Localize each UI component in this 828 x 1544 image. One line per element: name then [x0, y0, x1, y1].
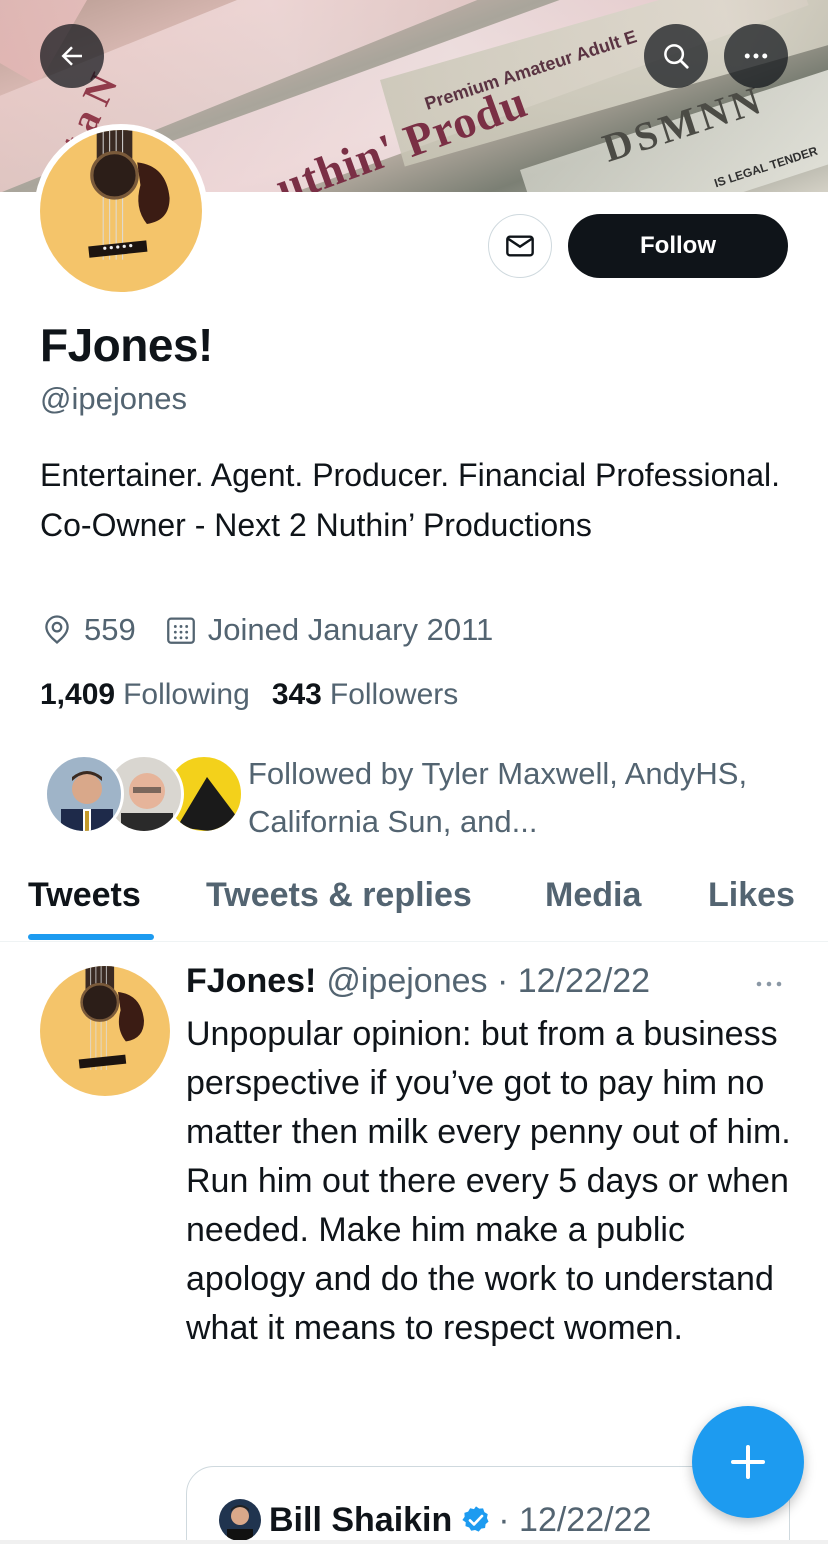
tweet-more-button[interactable]	[752, 972, 786, 1001]
active-tab-indicator	[28, 934, 154, 940]
quoted-tweet-header: Bill Shaikin · 12/22/22	[219, 1499, 651, 1541]
arrow-left-icon	[61, 46, 82, 66]
tweet-author-avatar[interactable]	[40, 966, 170, 1096]
quoted-author-name: Bill Shaikin	[269, 1500, 453, 1539]
compose-tweet-button[interactable]	[692, 1406, 804, 1518]
profile-handle: @ipejones	[40, 381, 187, 416]
following-link[interactable]: 1,409 Following	[40, 678, 250, 712]
verified-badge-icon	[462, 1506, 489, 1532]
following-count: 1,409	[40, 678, 116, 711]
followers-you-know[interactable]: Followed by Tyler Maxwell, AndyHS, Calif…	[44, 754, 768, 846]
following-label: Following	[123, 678, 250, 711]
tab-tweets-replies[interactable]: Tweets & replies	[206, 876, 472, 915]
followers-label: Followers	[329, 678, 459, 711]
profile-bio: Entertainer. Agent. Producer. Financial …	[40, 457, 780, 543]
avatar	[44, 754, 124, 834]
tweet-handle-date[interactable]: @ipejones · 12/22/22	[326, 962, 650, 1001]
followed-by-text: Followed by Tyler Maxwell, AndyHS, Calif…	[248, 756, 748, 839]
follow-button[interactable]: Follow	[568, 214, 788, 278]
guitar-avatar-image	[40, 966, 170, 1096]
search-button[interactable]	[644, 24, 708, 88]
mutual-avatars	[44, 754, 244, 838]
profile-location: 559	[40, 612, 136, 648]
tweet-header: FJones! @ipejones · 12/22/22	[186, 962, 650, 1001]
joined-text: Joined January 2011	[207, 612, 494, 647]
mail-icon	[506, 235, 534, 257]
divider	[0, 1540, 828, 1544]
tab-tweets[interactable]: Tweets	[28, 876, 141, 915]
tab-media[interactable]: Media	[545, 876, 641, 915]
profile-meta: 559 Joined January 2011	[40, 612, 493, 648]
follow-counts: 1,409 Following 343 Followers	[40, 678, 480, 712]
calendar-icon	[166, 617, 195, 644]
more-horizontal-icon	[756, 981, 782, 987]
search-icon	[664, 44, 689, 69]
plus-icon	[731, 1445, 765, 1479]
profile-avatar[interactable]	[34, 124, 208, 298]
profile-tabs: Tweets Tweets & replies Media Likes	[0, 856, 828, 942]
more-horizontal-icon	[744, 53, 768, 59]
message-button[interactable]	[488, 214, 552, 278]
followers-count: 343	[271, 678, 322, 711]
profile-display-name: FJones!	[40, 319, 213, 371]
location-pin-icon	[45, 615, 69, 644]
profile-joined: Joined January 2011	[164, 612, 494, 648]
tweet-author-name[interactable]: FJones!	[186, 962, 316, 1001]
avatar	[219, 1499, 261, 1541]
quoted-date: · 12/22/22	[498, 1500, 652, 1539]
followers-link[interactable]: 343 Followers	[272, 678, 458, 712]
more-button[interactable]	[724, 24, 788, 88]
guitar-avatar-image	[40, 130, 202, 292]
tweet-text: Unpopular opinion: but from a business p…	[186, 1015, 791, 1347]
back-button[interactable]	[40, 24, 104, 88]
tab-likes[interactable]: Likes	[708, 876, 795, 915]
location-text: 559	[84, 612, 136, 647]
